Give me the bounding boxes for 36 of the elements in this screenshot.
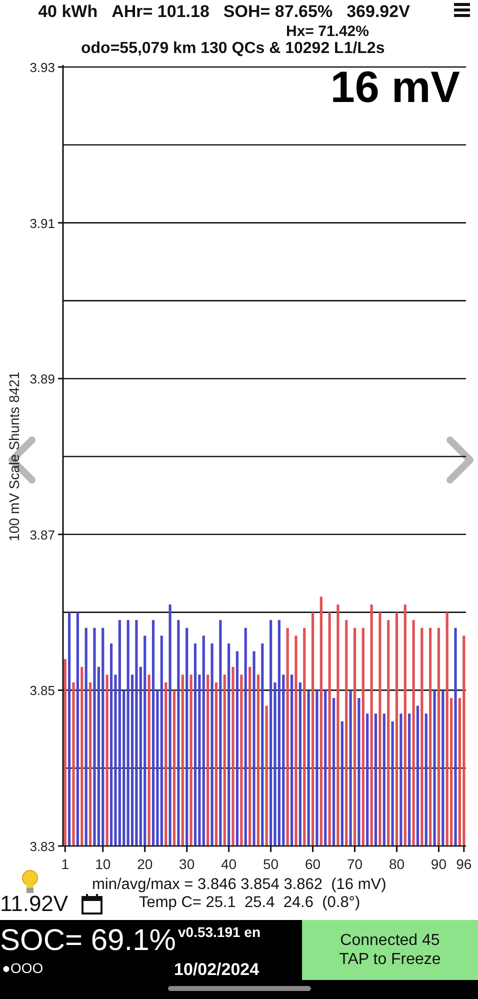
date-text: 10/02/2024 [174,960,260,980]
y-tick-label: 3.83 [30,839,55,854]
x-tick-label: 10 [95,856,111,872]
odometer-text: odo=55,079 km 130 QCs & 10292 L1/L2s [81,40,385,58]
x-tick-label: 50 [263,856,279,872]
freeze-button[interactable]: Connected 45 TAP to Freeze [302,920,478,980]
y-axis-label: 100 mV Scale Shunts 8421 [6,372,22,542]
y-tick-label: 3.87 [30,527,55,542]
y-tick-label: 3.93 [30,60,55,75]
battery-stat: AHr= 101.18 [112,2,210,22]
x-tick-label: 70 [346,856,363,872]
x-tick-label: 20 [137,856,153,872]
temperature-reading: Temp C= 25.1 25.4 24.6 (0.8°) [139,894,360,912]
battery-stat: SOH= 87.65% [223,2,333,22]
x-tick-label: 96 [456,856,472,872]
hx-value: Hx= 71.42% [286,22,369,40]
x-tick-label: 1 [61,856,69,872]
page-indicator: ●OOO [2,960,44,976]
x-tick-label: 40 [221,856,237,872]
x-tick-label: 30 [179,856,195,872]
voltage-range: min/avg/max = 3.846 3.854 3.862 (16 mV) [92,876,386,894]
soc-value: SOC= 69.1% [0,924,176,958]
app-version: v0.53.191 en [178,924,261,940]
battery-stat: 369.92V [346,2,410,22]
x-tick-label: 80 [388,856,405,872]
battery-stat: 40 kWh [38,2,98,22]
x-tick-label: 60 [304,856,321,872]
x-tick-label: 90 [430,856,446,872]
spread-annotation: 16 mV [330,63,460,112]
y-tick-label: 3.89 [30,372,55,387]
aux-battery-voltage: 11.92V [0,891,68,917]
y-tick-label: 3.85 [30,683,55,698]
menu-icon[interactable] [454,3,470,17]
calendar-icon[interactable] [81,893,103,915]
lightbulb-icon[interactable] [21,870,39,896]
y-tick-label: 3.91 [30,216,55,231]
